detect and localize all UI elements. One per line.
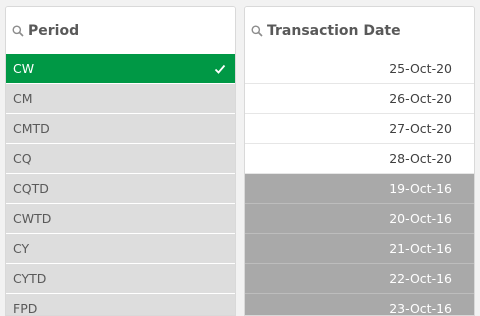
transaction-date-list: 25-Oct-20 26-Oct-20 27-Oct-20 28-Oct-20 … <box>245 54 474 316</box>
list-item[interactable]: 20-Oct-16 <box>245 204 474 234</box>
transaction-date-listbox-header[interactable]: Transaction Date <box>245 7 474 54</box>
list-item-label: 19-Oct-16 <box>389 181 452 196</box>
list-item-label: 27-Oct-20 <box>389 121 452 136</box>
check-icon <box>214 64 226 74</box>
list-item[interactable]: 21-Oct-16 <box>245 234 474 264</box>
list-item[interactable]: CWTD <box>6 204 235 234</box>
list-item-label: 20-Oct-16 <box>389 211 452 226</box>
list-item-label: CQ <box>13 151 32 166</box>
period-listbox-header[interactable]: Period <box>6 7 235 54</box>
period-listbox: Period CW CM CMTD CQ CQTD CWTD CY CYTD F… <box>5 6 236 316</box>
list-item-label: CQTD <box>13 181 49 196</box>
search-icon[interactable] <box>11 24 25 38</box>
list-item-label: 22-Oct-16 <box>389 271 452 286</box>
transaction-date-listbox-title: Transaction Date <box>267 22 401 39</box>
list-item-label: FPD <box>13 301 38 316</box>
list-item[interactable]: CY <box>6 234 235 264</box>
list-item-label: CY <box>13 241 30 256</box>
list-item[interactable]: CYTD <box>6 264 235 294</box>
list-item[interactable]: CQ <box>6 144 235 174</box>
list-item-label: CM <box>13 91 33 106</box>
list-item-label: CYTD <box>13 271 47 286</box>
list-item[interactable]: 19-Oct-16 <box>245 174 474 204</box>
list-item[interactable]: CQTD <box>6 174 235 204</box>
list-item[interactable]: 27-Oct-20 <box>245 114 474 144</box>
list-item-label: 23-Oct-16 <box>389 301 452 316</box>
list-item[interactable]: 22-Oct-16 <box>245 264 474 294</box>
list-item[interactable]: CM <box>6 84 235 114</box>
list-item[interactable]: 28-Oct-20 <box>245 144 474 174</box>
list-item-label: 25-Oct-20 <box>389 61 452 76</box>
list-item-label: CW <box>13 61 35 76</box>
period-list: CW CM CMTD CQ CQTD CWTD CY CYTD FPD <box>6 54 235 316</box>
list-item[interactable]: 25-Oct-20 <box>245 54 474 84</box>
list-item-label: 26-Oct-20 <box>389 91 452 106</box>
list-item-label: 21-Oct-16 <box>389 241 452 256</box>
period-listbox-title: Period <box>28 22 80 39</box>
list-item-label: 28-Oct-20 <box>389 151 452 166</box>
transaction-date-listbox: Transaction Date 25-Oct-20 26-Oct-20 27-… <box>244 6 475 316</box>
search-icon[interactable] <box>250 24 264 38</box>
list-item-label: CWTD <box>13 211 52 226</box>
list-item[interactable]: 23-Oct-16 <box>245 294 474 316</box>
list-item-label: CMTD <box>13 121 50 136</box>
list-item[interactable]: CW <box>6 54 235 84</box>
list-item[interactable]: FPD <box>6 294 235 316</box>
list-item[interactable]: 26-Oct-20 <box>245 84 474 114</box>
list-item[interactable]: CMTD <box>6 114 235 144</box>
